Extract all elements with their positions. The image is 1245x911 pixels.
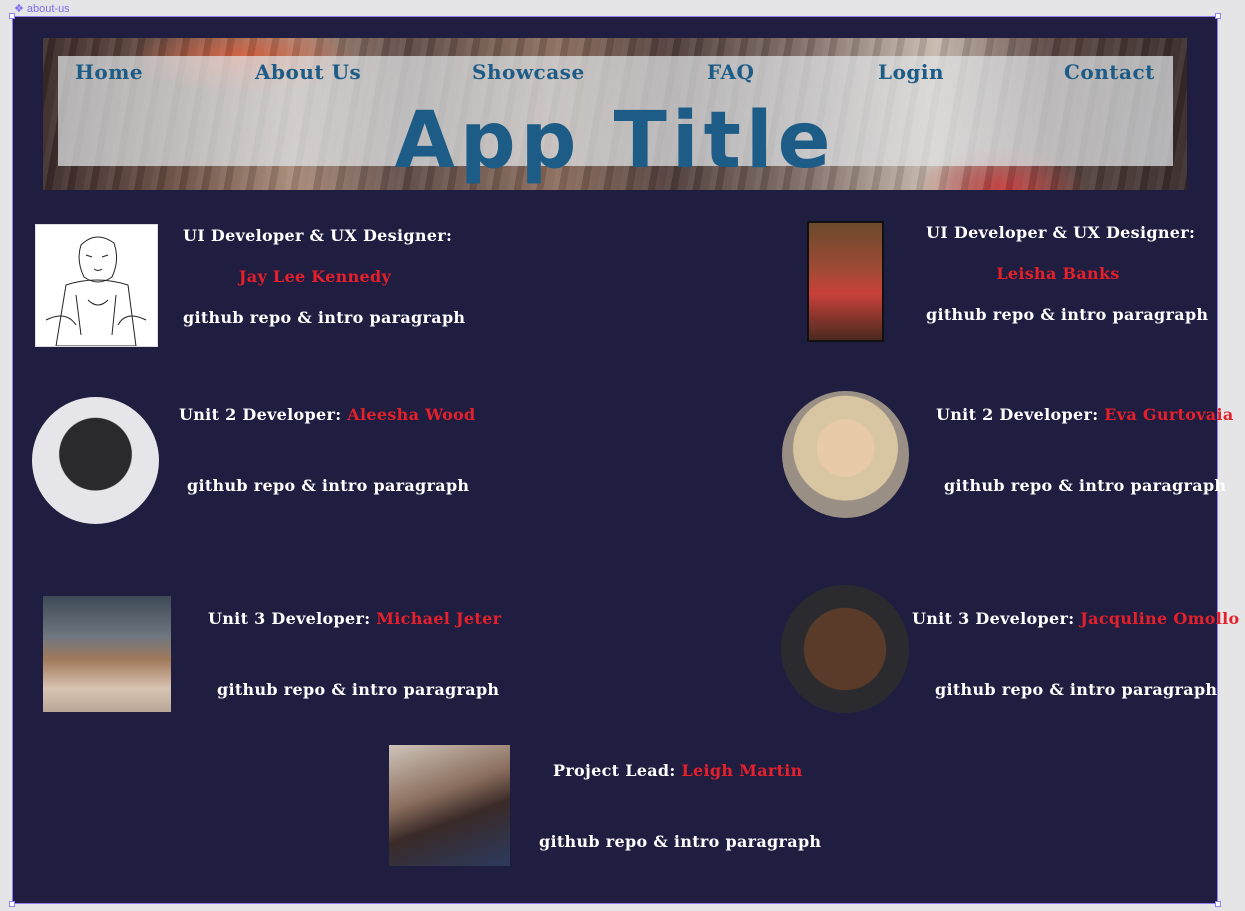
- role-eva: Unit 2 Developer:: [936, 405, 1099, 424]
- nav-home[interactable]: Home: [75, 60, 143, 84]
- name-aleesha[interactable]: Aleesha Wood: [347, 405, 475, 424]
- avatar-jay-lee-kennedy: [35, 224, 158, 347]
- header-banner: Home About Us Showcase FAQ Login Contact…: [43, 38, 1187, 190]
- role-michael: Unit 3 Developer:: [208, 609, 371, 628]
- name-leigh[interactable]: Leigh Martin: [681, 761, 802, 780]
- nav-about-us[interactable]: About Us: [255, 60, 361, 84]
- role-line-michael: Unit 3 Developer: Michael Jeter: [208, 609, 501, 628]
- nav-login[interactable]: Login: [878, 60, 944, 84]
- role-leigh: Project Lead:: [553, 761, 676, 780]
- name-eva[interactable]: Eva Gurtovaia: [1104, 405, 1233, 424]
- nav-contact[interactable]: Contact: [1064, 60, 1155, 84]
- name-michael[interactable]: Michael Jeter: [376, 609, 501, 628]
- role-line-jacq: Unit 3 Developer: Jacquline Omollo: [912, 609, 1240, 628]
- name-jay[interactable]: Jay Lee Kennedy: [183, 267, 447, 286]
- avatar-jacquline-omollo: [781, 585, 909, 713]
- resize-handle-top-left[interactable]: [9, 13, 15, 19]
- info-leigh[interactable]: github repo & intro paragraph: [539, 832, 821, 851]
- info-eva[interactable]: github repo & intro paragraph: [944, 476, 1226, 495]
- info-jacq[interactable]: github repo & intro paragraph: [935, 680, 1217, 699]
- role-line-leigh: Project Lead: Leigh Martin: [553, 761, 803, 780]
- avatar-leigh-martin: [389, 745, 510, 866]
- name-leisha[interactable]: Leisha Banks: [926, 264, 1190, 283]
- frame-label[interactable]: ❖ about-us: [14, 2, 70, 16]
- role-jacq: Unit 3 Developer:: [912, 609, 1075, 628]
- resize-handle-top-right[interactable]: [1215, 13, 1221, 19]
- app-title: App Title: [394, 96, 836, 186]
- info-leisha[interactable]: github repo & intro paragraph: [926, 305, 1208, 324]
- info-jay[interactable]: github repo & intro paragraph: [183, 308, 465, 327]
- frame-label-text: about-us: [26, 2, 70, 15]
- main-nav: Home About Us Showcase FAQ Login Contact: [43, 60, 1187, 90]
- resize-handle-bottom-right[interactable]: [1215, 901, 1221, 907]
- nav-showcase[interactable]: Showcase: [472, 60, 585, 84]
- avatar-michael-jeter: [43, 596, 171, 712]
- role-jay: UI Developer & UX Designer:: [183, 226, 453, 245]
- role-line-eva: Unit 2 Developer: Eva Gurtovaia: [936, 405, 1234, 424]
- role-line-aleesha: Unit 2 Developer: Aleesha Wood: [179, 405, 476, 424]
- component-icon: ❖: [14, 3, 24, 15]
- nav-faq[interactable]: FAQ: [707, 60, 754, 84]
- resize-handle-bottom-left[interactable]: [9, 901, 15, 907]
- avatar-leisha-banks: [807, 221, 884, 342]
- name-jacq[interactable]: Jacquline Omollo: [1080, 609, 1239, 628]
- avatar-eva-gurtovaia: [782, 391, 909, 518]
- avatar-aleesha-wood: [32, 397, 159, 524]
- role-leisha: UI Developer & UX Designer:: [926, 223, 1196, 242]
- info-aleesha[interactable]: github repo & intro paragraph: [187, 476, 469, 495]
- info-michael[interactable]: github repo & intro paragraph: [217, 680, 499, 699]
- role-aleesha: Unit 2 Developer:: [179, 405, 342, 424]
